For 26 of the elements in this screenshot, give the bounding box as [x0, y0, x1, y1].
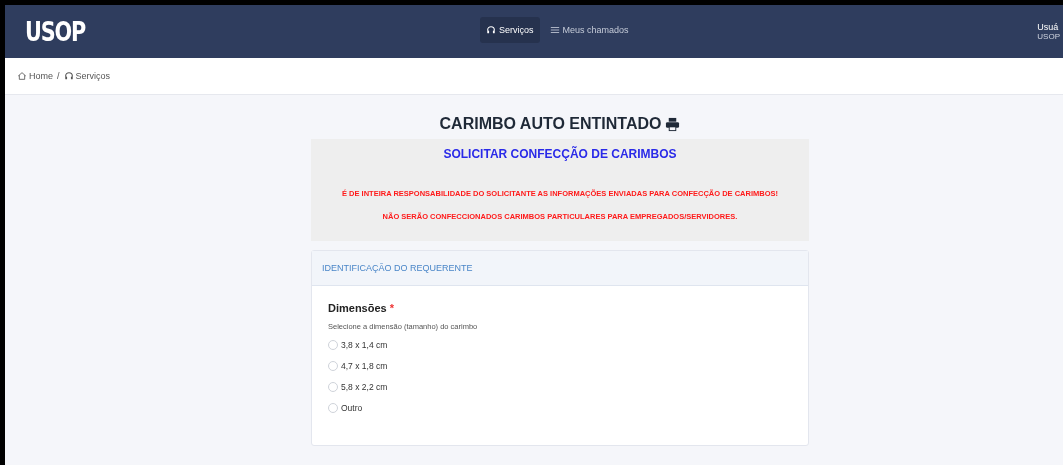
headset-icon: [486, 25, 496, 35]
nav-link[interactable]: Serviços: [480, 17, 540, 43]
user-org: USOP: [1037, 32, 1060, 41]
radio-button[interactable]: [328, 381, 338, 392]
breadcrumb-link[interactable]: Home: [17, 71, 53, 81]
notice-title: SOLICITAR CONFECÇÃO DE CARIMBOS: [442, 147, 678, 161]
option-label: 4,7 x 1,8 cm: [341, 360, 388, 371]
option-label: 3,8 x 1,4 cm: [341, 339, 388, 350]
radio-button[interactable]: [328, 339, 338, 350]
breadcrumb-separator: /: [57, 71, 60, 81]
radio-button[interactable]: [328, 360, 338, 371]
menu-icon: [549, 25, 560, 35]
radio-button[interactable]: [328, 402, 338, 413]
option-label: Outro: [341, 402, 363, 413]
option-label: 5,8 x 2,2 cm: [341, 381, 388, 392]
printer-icon: [665, 116, 681, 132]
required-mark: *: [389, 302, 394, 314]
home-icon: [17, 71, 27, 81]
user-name: Usuá: [1037, 22, 1060, 32]
section-title: IDENTIFICAÇÃO DO REQUERENTE: [322, 263, 473, 273]
breadcrumb-link[interactable]: Serviços: [63, 71, 111, 81]
page-title: CARIMBO AUTO ENTINTADO: [439, 115, 662, 133]
logo: USOP: [25, 16, 85, 47]
headset-icon: [63, 71, 74, 81]
nav-link[interactable]: Meus chamados: [543, 17, 635, 43]
field-label: Dimensões: [328, 302, 387, 314]
